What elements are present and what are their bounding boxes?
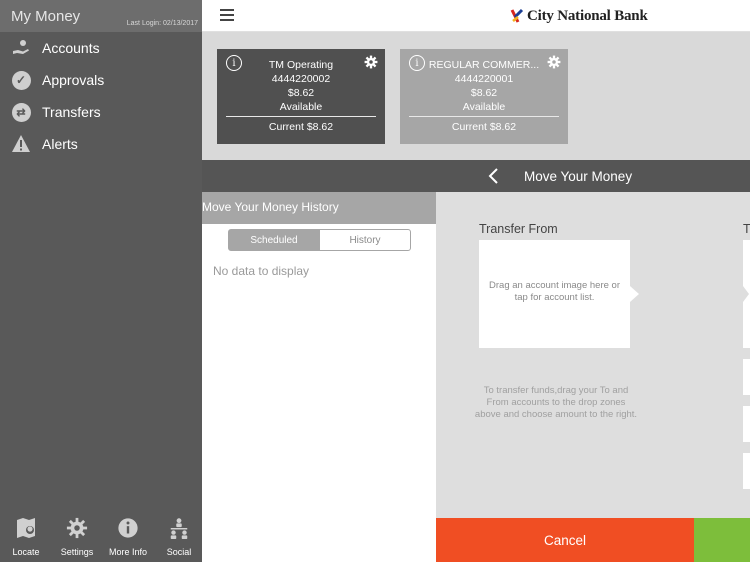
map-pin-icon bbox=[17, 518, 35, 538]
account-name: TM Operating bbox=[268, 59, 334, 71]
account-balance: $8.62 bbox=[287, 87, 315, 99]
hamburger-menu-icon[interactable] bbox=[220, 9, 234, 21]
date-field[interactable] bbox=[743, 453, 750, 489]
tab-scheduled[interactable]: Scheduled bbox=[228, 229, 320, 251]
transfer-instructions: To transfer funds,drag your To and From … bbox=[474, 385, 638, 420]
last-login: Last Login: 02/13/2017 bbox=[126, 20, 198, 27]
drop-hint: Drag an account image here or tap for ac… bbox=[489, 280, 620, 303]
history-panel: Move Your Money History Scheduled Histor… bbox=[202, 192, 436, 562]
cancel-button[interactable]: Cancel bbox=[436, 518, 694, 562]
transfer-area: Transfer From T Drag an account image he… bbox=[436, 192, 750, 518]
account-number: 4444220002 bbox=[271, 73, 331, 85]
amount-field[interactable] bbox=[743, 359, 750, 395]
chevron-left-icon[interactable] bbox=[488, 168, 500, 184]
available-label: Available bbox=[462, 101, 506, 113]
transfer-arrows-icon: ⇄ bbox=[11, 102, 31, 122]
transfer-from-drop-zone[interactable]: Drag an account image here or tap for ac… bbox=[479, 240, 639, 348]
hand-coin-icon bbox=[11, 38, 31, 58]
sidebar: My Money Last Login: 02/13/2017 Accounts… bbox=[0, 0, 202, 562]
account-card[interactable]: i TM Operating 4444220002 $8.62 Availabl… bbox=[217, 49, 385, 144]
history-header: Move Your Money History bbox=[202, 192, 436, 224]
brand-name: City National Bank bbox=[527, 7, 648, 24]
frequency-field[interactable] bbox=[743, 406, 750, 442]
accounts-area: i TM Operating 4444220002 $8.62 Availabl… bbox=[202, 32, 750, 160]
more-info-label: More Info bbox=[108, 547, 148, 557]
submit-button[interactable] bbox=[694, 518, 750, 562]
city-national-bank-logo bbox=[510, 8, 524, 23]
gear-icon bbox=[66, 517, 88, 539]
settings-label: Settings bbox=[60, 547, 94, 557]
current-balance: Current $8.62 bbox=[268, 121, 334, 133]
settings-button[interactable]: Settings bbox=[52, 510, 102, 562]
divider bbox=[226, 116, 376, 117]
empty-message: No data to display bbox=[213, 264, 310, 278]
account-balance: $8.62 bbox=[470, 87, 498, 99]
people-icon bbox=[170, 518, 188, 539]
sidebar-item-accounts[interactable]: Accounts bbox=[0, 33, 202, 63]
info-circle-icon bbox=[118, 518, 138, 538]
top-bar: City National Bank bbox=[202, 0, 750, 32]
more-info-button[interactable]: More Info bbox=[103, 510, 153, 562]
locate-button[interactable]: Locate bbox=[1, 510, 51, 562]
social-label: Social bbox=[166, 547, 192, 557]
bottom-nav: Locate Settings More Info Social bbox=[0, 510, 202, 562]
checkmark-circle-icon: ✓ bbox=[11, 70, 31, 90]
page-title: Move Your Money bbox=[524, 169, 633, 184]
locate-label: Locate bbox=[12, 547, 40, 557]
account-name: REGULAR COMMER... bbox=[428, 59, 540, 71]
sidebar-item-label: Accounts bbox=[42, 40, 100, 56]
info-icon[interactable]: i bbox=[409, 55, 425, 71]
tab-history[interactable]: History bbox=[319, 229, 411, 251]
account-number: 4444220001 bbox=[454, 73, 514, 85]
sidebar-header: My Money Last Login: 02/13/2017 bbox=[0, 0, 202, 32]
brand: City National Bank bbox=[510, 6, 648, 26]
transfer-to-drop-zone[interactable] bbox=[743, 240, 750, 348]
title-bar: Move Your Money bbox=[202, 160, 750, 192]
gear-icon[interactable] bbox=[364, 55, 378, 69]
sidebar-item-alerts[interactable]: Alerts bbox=[0, 129, 202, 159]
sidebar-title: My Money bbox=[11, 8, 81, 25]
transfer-from-label: Transfer From bbox=[479, 222, 558, 236]
social-button[interactable]: Social bbox=[154, 510, 204, 562]
transfer-to-label: T bbox=[743, 222, 750, 236]
divider bbox=[409, 116, 559, 117]
info-icon[interactable]: i bbox=[226, 55, 242, 71]
warning-triangle-icon bbox=[11, 134, 31, 154]
sidebar-item-label: Alerts bbox=[42, 136, 78, 152]
sidebar-item-transfers[interactable]: ⇄ Transfers bbox=[0, 97, 202, 127]
current-balance: Current $8.62 bbox=[451, 121, 517, 133]
gear-icon[interactable] bbox=[547, 55, 561, 69]
account-card[interactable]: i REGULAR COMMER... 4444220001 $8.62 Ava… bbox=[400, 49, 568, 144]
history-title: Move Your Money History bbox=[202, 200, 339, 214]
available-label: Available bbox=[279, 101, 323, 113]
sidebar-item-label: Approvals bbox=[42, 72, 105, 88]
sidebar-item-approvals[interactable]: ✓ Approvals bbox=[0, 65, 202, 95]
sidebar-item-label: Transfers bbox=[42, 104, 101, 120]
